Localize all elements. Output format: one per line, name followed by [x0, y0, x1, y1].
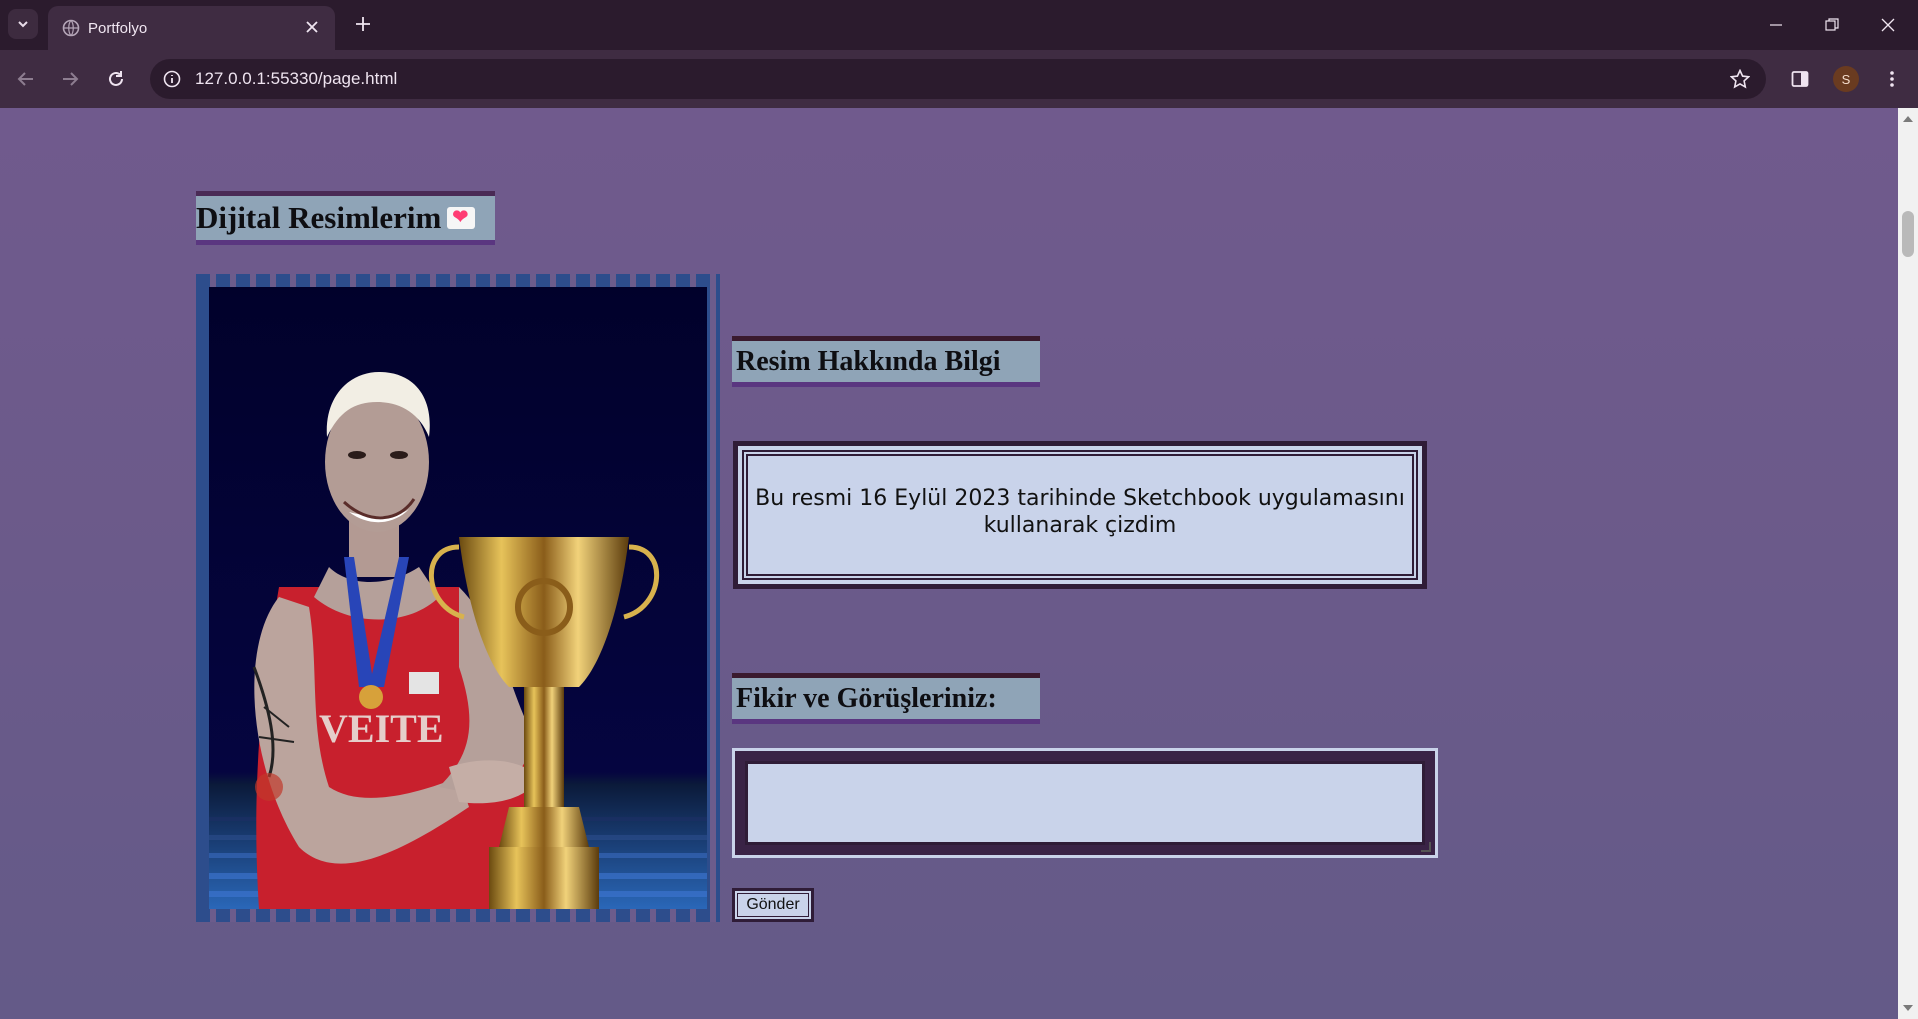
close-icon — [306, 21, 318, 33]
reload-button[interactable] — [100, 63, 132, 95]
globe-icon — [62, 19, 80, 37]
close-tab-button[interactable] — [301, 16, 323, 38]
heart-icon: ❤ — [447, 206, 476, 229]
forward-button[interactable] — [54, 63, 86, 95]
scrollbar-thumb[interactable] — [1902, 211, 1914, 257]
tab-search-button[interactable] — [8, 9, 38, 39]
chevron-down-icon — [18, 21, 28, 28]
side-panel-button[interactable] — [1784, 63, 1816, 95]
comment-box — [732, 748, 1438, 858]
browser-menu-button[interactable] — [1876, 63, 1908, 95]
artwork-image: VEITE — [209, 287, 707, 909]
page-viewport: Dijital Resimlerim ❤ VEITE Resim Hakkınd… — [0, 108, 1898, 1019]
opinion-heading: Fikir ve Görüşleriniz: — [732, 673, 1040, 724]
url-text[interactable]: 127.0.0.1:55330/page.html — [195, 69, 397, 89]
svg-text:VEITE: VEITE — [319, 706, 444, 751]
new-tab-button[interactable] — [350, 11, 376, 37]
star-icon — [1730, 69, 1750, 89]
profile-avatar[interactable]: S — [1833, 66, 1859, 92]
scroll-up-icon[interactable] — [1903, 116, 1913, 122]
kebab-menu-icon — [1890, 71, 1894, 87]
info-text: Bu resmi 16 Eylül 2023 tarihinde Sketchb… — [755, 486, 1405, 538]
close-window-button[interactable] — [1860, 0, 1916, 50]
site-info-button[interactable] — [160, 67, 184, 91]
reload-icon — [109, 71, 123, 86]
gallery-heading: Dijital Resimlerim ❤ — [196, 191, 496, 245]
tab-title: Portfolyo — [88, 20, 148, 37]
restore-icon — [1825, 18, 1839, 31]
address-bar[interactable]: 127.0.0.1:55330/page.html — [150, 59, 1766, 99]
minimize-button[interactable] — [1748, 0, 1804, 50]
browser-toolbar: 127.0.0.1:55330/page.html S — [0, 50, 1918, 108]
plus-icon — [356, 17, 370, 31]
side-panel-icon — [1791, 71, 1809, 87]
active-tab[interactable]: Portfolyo — [48, 6, 335, 50]
gallery-heading-text: Dijital Resimlerim — [196, 200, 442, 235]
bookmark-button[interactable] — [1728, 67, 1752, 91]
info-box: Bu resmi 16 Eylül 2023 tarihinde Sketchb… — [742, 450, 1418, 580]
info-heading: Resim Hakkında Bilgi — [732, 336, 1040, 387]
artwork-frame: VEITE — [196, 274, 720, 922]
back-button[interactable] — [10, 63, 42, 95]
close-icon — [1881, 18, 1895, 32]
restore-button[interactable] — [1804, 0, 1860, 50]
browser-tab-strip: Portfolyo — [0, 0, 1918, 50]
minimize-icon — [1770, 24, 1782, 26]
info-icon — [163, 70, 181, 88]
submit-button[interactable]: Gönder — [732, 888, 814, 922]
comment-textarea[interactable] — [745, 761, 1425, 845]
resize-grip-icon[interactable] — [1421, 842, 1431, 852]
arrow-right-icon — [63, 72, 79, 86]
scroll-down-icon[interactable] — [1903, 1005, 1913, 1011]
artwork-illustration: VEITE — [209, 287, 707, 909]
arrow-left-icon — [17, 72, 33, 86]
vertical-scrollbar[interactable] — [1898, 108, 1918, 1019]
